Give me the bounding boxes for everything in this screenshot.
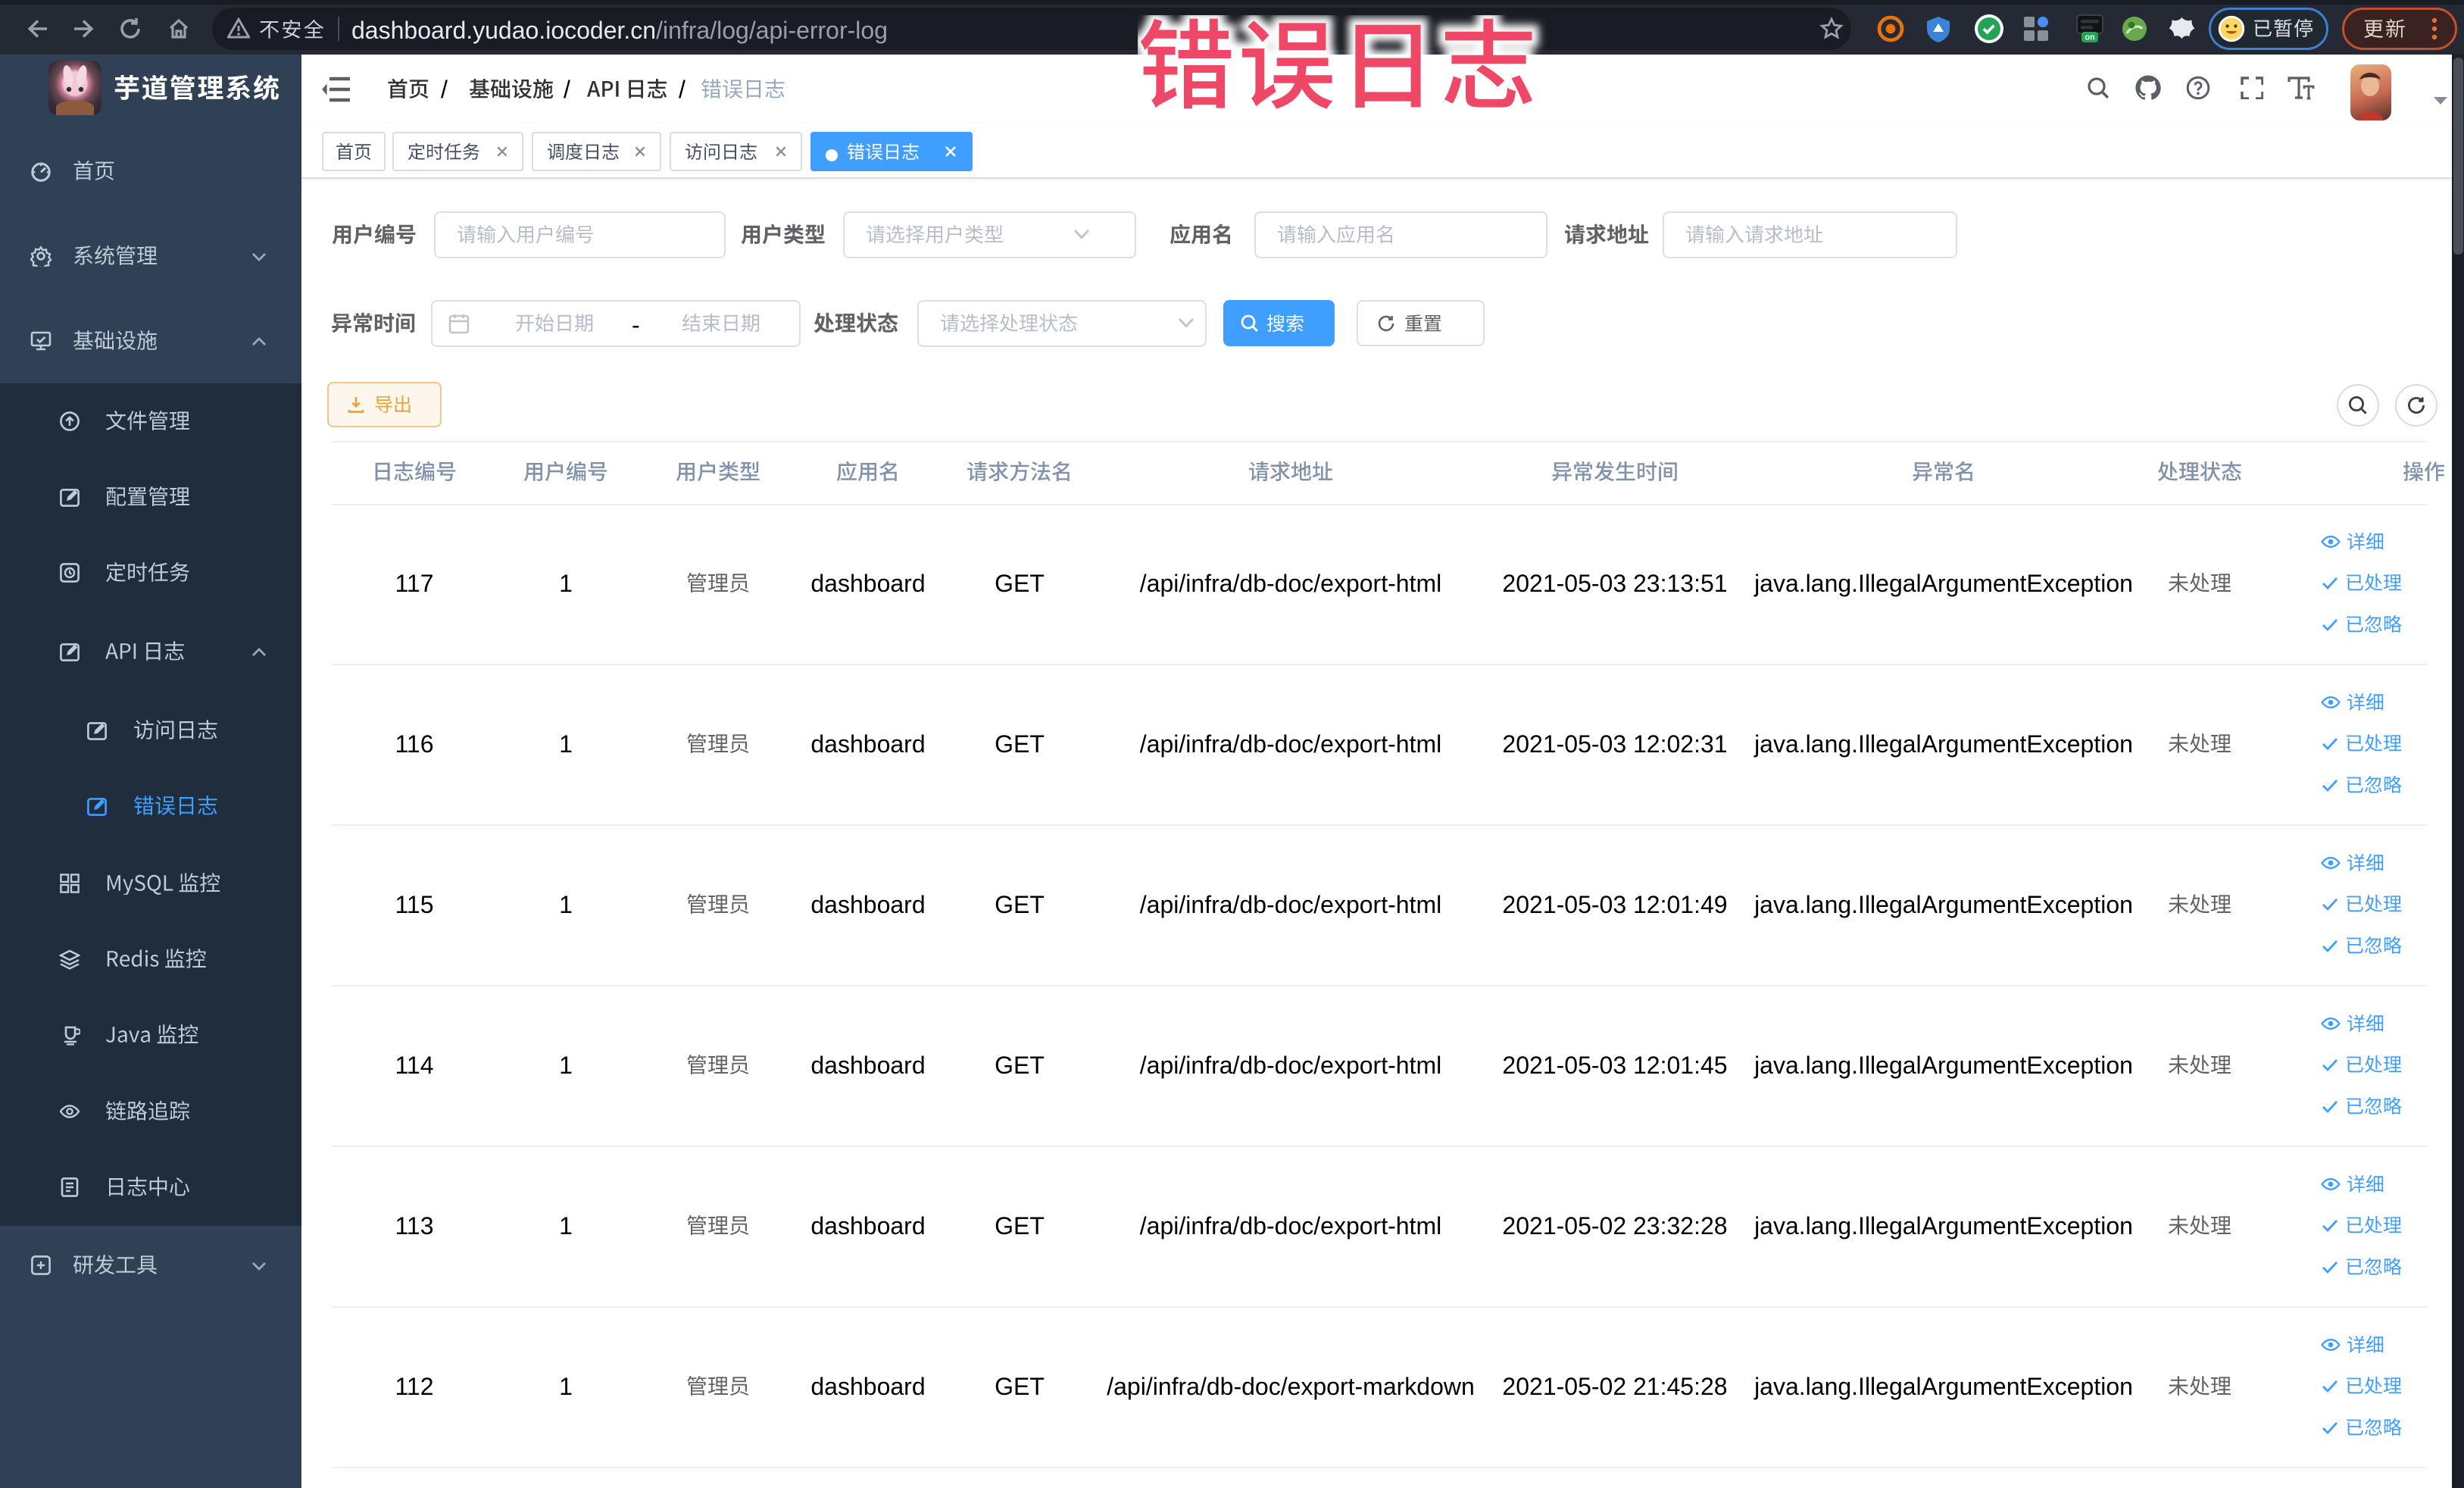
svg-text:on: on xyxy=(2085,33,2095,42)
